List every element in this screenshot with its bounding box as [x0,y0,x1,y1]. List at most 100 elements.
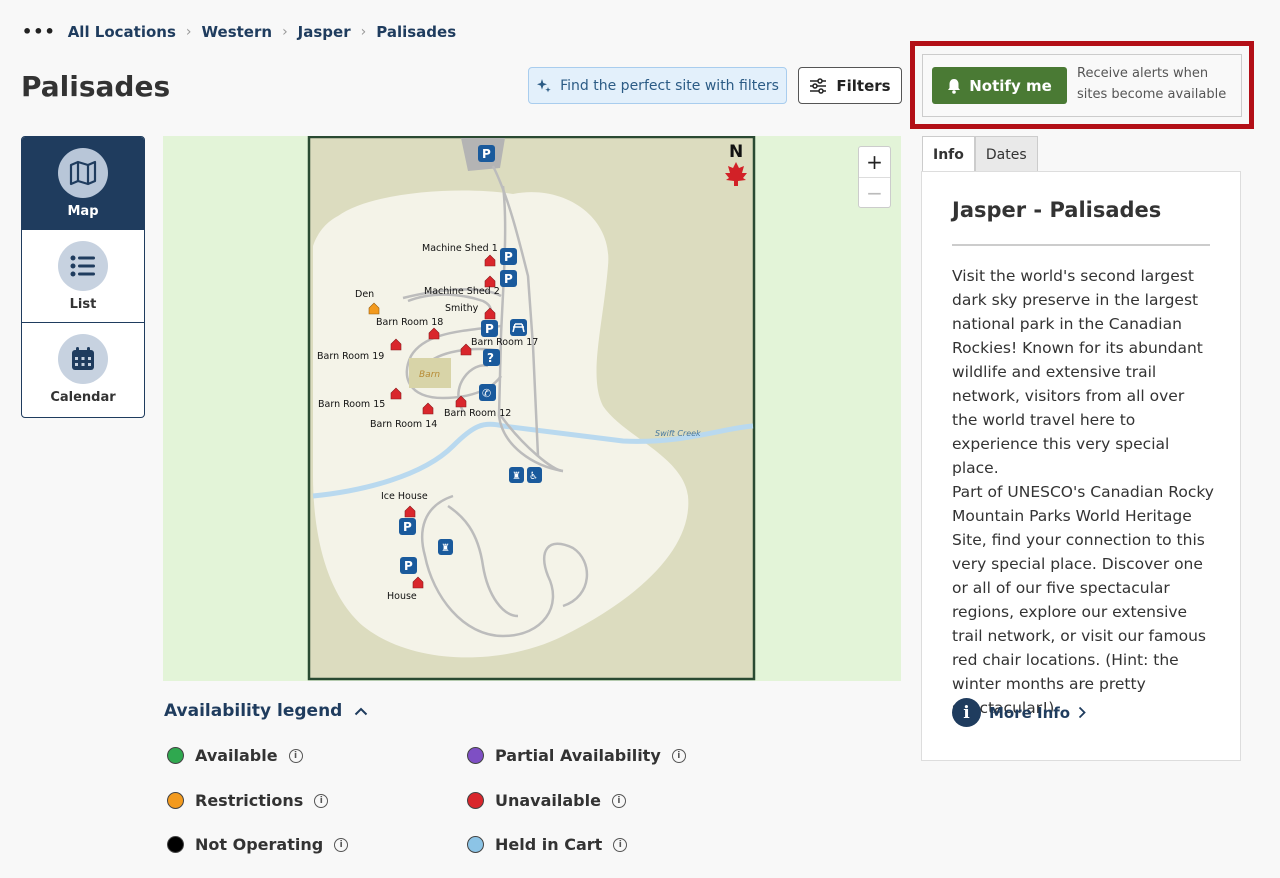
divider [952,244,1210,246]
info-paragraph: Part of UNESCO's Canadian Rocky Mountain… [952,483,1214,717]
tab-dates[interactable]: Dates [974,136,1038,172]
parking-icon: P [399,518,416,535]
svg-text:P: P [403,520,412,534]
site-label: Barn Room 18 [376,317,443,328]
map-icon [58,147,108,198]
page-title: Palisades [21,70,171,103]
more-info-link[interactable]: i More Info [952,698,1086,727]
parking-icon: P [481,320,498,337]
legend-item-available: Available i [167,746,303,765]
legend-label: Unavailable [495,791,601,810]
picnic-table-icon [510,319,527,336]
north-label: N [729,142,743,162]
svg-text:P: P [482,147,491,161]
parking-icon: P [400,557,417,574]
site-label: Barn Room 19 [317,351,384,362]
filters-button[interactable]: Filters [798,67,902,104]
breadcrumb-jasper[interactable]: Jasper [298,23,351,41]
site-label: Machine Shed 1 [422,243,498,254]
info-icon[interactable]: i [288,748,303,763]
info-point-icon: ? [483,349,500,366]
partial-dot [467,747,484,764]
site-label: Barn Room 14 [370,419,437,430]
breadcrumb-all-locations[interactable]: All Locations [68,23,176,41]
svg-text:♜: ♜ [441,543,450,554]
svg-text:✆: ✆ [482,387,491,400]
list-icon [58,240,108,291]
washroom-icon: ♜ [509,467,524,483]
zoom-in-button[interactable]: + [859,147,890,177]
svg-text:♜: ♜ [512,471,521,482]
site-label: Barn Room 15 [318,399,385,410]
barn-label: Barn [419,370,440,380]
site-label: Machine Shed 2 [424,286,500,297]
info-icon[interactable]: i [613,837,628,852]
info-title: Jasper - Palisades [952,198,1162,222]
notify-description: Receive alerts when sites become availab… [1077,66,1227,102]
available-dot [167,747,184,764]
site-label: Barn Room 12 [444,408,511,419]
info-panel: Jasper - Palisades Visit the world's sec… [921,171,1241,761]
info-icon[interactable]: i [611,793,626,808]
legend-title: Availability legend [164,701,343,721]
site-label: House [387,591,417,602]
svg-text:♿: ♿ [529,471,538,482]
list-view-button[interactable]: List [22,230,144,323]
legend-item-held-in-cart: Held in Cart i [467,835,628,854]
legend-label: Available [195,746,278,765]
calendar-icon [58,334,108,384]
legend-label: Held in Cart [495,835,603,854]
view-switcher: Map List Calendar [21,136,145,418]
site-label: Den [355,289,374,300]
svg-text:P: P [485,322,494,336]
notify-me-label: Notify me [969,76,1052,95]
parking-icon: P [478,145,495,162]
notify-me-button[interactable]: Notify me [932,67,1067,104]
creek-label: Swift Creek [655,429,701,438]
site-label: Ice House [381,491,428,502]
zoom-control: + − [858,146,891,208]
sliders-icon [810,77,827,94]
calendar-view-label: Calendar [50,390,116,405]
info-icon[interactable]: i [334,837,349,852]
calendar-view-button[interactable]: Calendar [22,323,144,416]
breadcrumb-palisades[interactable]: Palisades [376,23,456,41]
info-icon[interactable]: i [314,793,329,808]
parking-icon: P [500,248,517,265]
held-in-cart-dot [467,836,484,853]
chevron-right-icon [1078,706,1086,719]
restrictions-dot [167,792,184,809]
unavailable-dot [467,792,484,809]
find-site-label: Find the perfect site with filters [560,77,779,94]
legend-item-restrictions: Restrictions i [167,791,329,810]
svg-text:?: ? [487,351,494,365]
breadcrumb-western[interactable]: Western [202,23,273,41]
info-icon[interactable]: i [671,748,686,763]
campground-map[interactable]: Swift Creek Barn N P P P P P P ? ✆ ♜ ♿ ♜… [163,136,901,681]
svg-text:P: P [404,559,413,573]
legend-label: Restrictions [195,791,304,810]
site-label: Smithy [445,303,479,314]
map-view-button[interactable]: Map [22,137,144,230]
legend-label: Not Operating [195,835,324,854]
more-info-label: More Info [989,703,1071,722]
info-tabs: Info Dates [922,136,1038,172]
accessible-icon: ♿ [527,467,542,483]
info-description: Visit the world's second largest dark sk… [952,264,1214,720]
chevron-up-icon [355,707,368,715]
availability-legend-toggle[interactable]: Availability legend [164,701,368,721]
legend-item-unavailable: Unavailable i [467,791,626,810]
tab-info[interactable]: Info [922,136,975,172]
washroom-icon: ♜ [438,539,453,555]
info-circle-icon: i [952,698,981,727]
map-view-label: Map [67,203,99,219]
legend-item-not-operating: Not Operating i [167,835,349,854]
zoom-out-button[interactable]: − [859,177,890,207]
more-icon[interactable]: ••• [22,22,56,41]
chevron-right-icon: › [185,23,192,40]
info-paragraph: Visit the world's second largest dark sk… [952,267,1203,477]
sparkle-icon [537,78,551,92]
find-site-button[interactable]: Find the perfect site with filters [528,67,787,104]
map-canvas[interactable]: Swift Creek Barn N P P P P P P ? ✆ ♜ ♿ ♜… [163,136,901,681]
bell-icon [948,78,961,94]
